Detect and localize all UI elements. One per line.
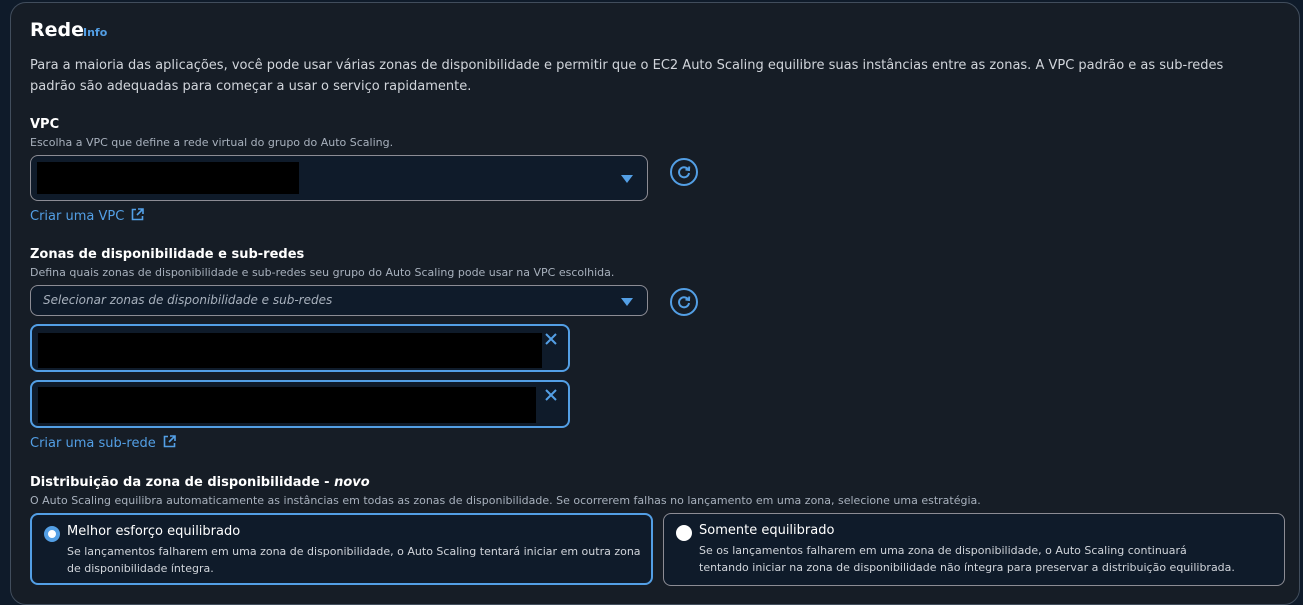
network-panel: Rede Info Para a maioria das aplicações,… [10,2,1300,605]
zones-label: Zonas de disponibilidade e sub-redes [30,247,305,262]
create-subnet-label: Criar uma sub-rede [30,436,156,451]
zones-placeholder: Selecionar zonas de disponibilidade e su… [43,293,333,307]
zones-refresh-button[interactable] [670,288,698,316]
refresh-icon [678,166,691,179]
create-subnet-link[interactable]: Criar uma sub-rede [30,435,176,451]
subnet-token [30,324,570,372]
option-best-effort[interactable]: Melhor esforço equilibrado Se lançamento… [30,513,653,585]
option-description: Se os lançamentos falharem em uma zona d… [699,544,1235,574]
vpc-label: VPC [30,117,60,132]
redacted-subnet-value [38,333,542,368]
section-description: Para a maioria das aplicações, você pode… [30,58,1224,94]
external-link-icon [132,208,145,221]
create-vpc-label: Criar uma VPC [30,209,125,224]
subnet-token [30,380,570,428]
close-icon[interactable] [544,332,558,346]
zones-select[interactable]: Selecionar zonas de disponibilidade e su… [30,285,648,316]
vpc-refresh-button[interactable] [670,158,698,186]
refresh-icon [678,296,691,309]
external-link-icon [163,435,176,448]
redacted-vpc-value [37,162,299,194]
new-badge: novo [334,475,370,490]
vpc-description: Escolha a VPC que define a rede virtual … [30,136,394,149]
option-title: Somente equilibrado [699,523,835,538]
redacted-subnet-value [38,387,536,423]
option-description: Se lançamentos falharem em uma zona de d… [67,545,641,575]
distribution-label: Distribuição da zona de disponibilidade … [30,475,370,490]
chevron-down-icon [621,175,633,183]
section-title: Rede [30,19,85,41]
radio-button-selected[interactable] [44,526,60,542]
create-vpc-link[interactable]: Criar uma VPC [30,208,145,224]
zones-description: Defina quais zonas de disponibilidade e … [30,266,615,279]
distribution-label-text: Distribuição da zona de disponibilidade … [30,475,335,490]
option-title: Melhor esforço equilibrado [67,524,241,539]
distribution-description: O Auto Scaling equilibra automaticamente… [30,494,981,507]
info-link[interactable]: Info [83,26,107,39]
chevron-down-icon [621,297,633,306]
vpc-select[interactable] [30,155,648,201]
radio-button[interactable] [676,525,692,541]
option-balanced-only[interactable]: Somente equilibrado Se os lançamentos fa… [663,513,1285,586]
close-icon[interactable] [544,388,558,402]
